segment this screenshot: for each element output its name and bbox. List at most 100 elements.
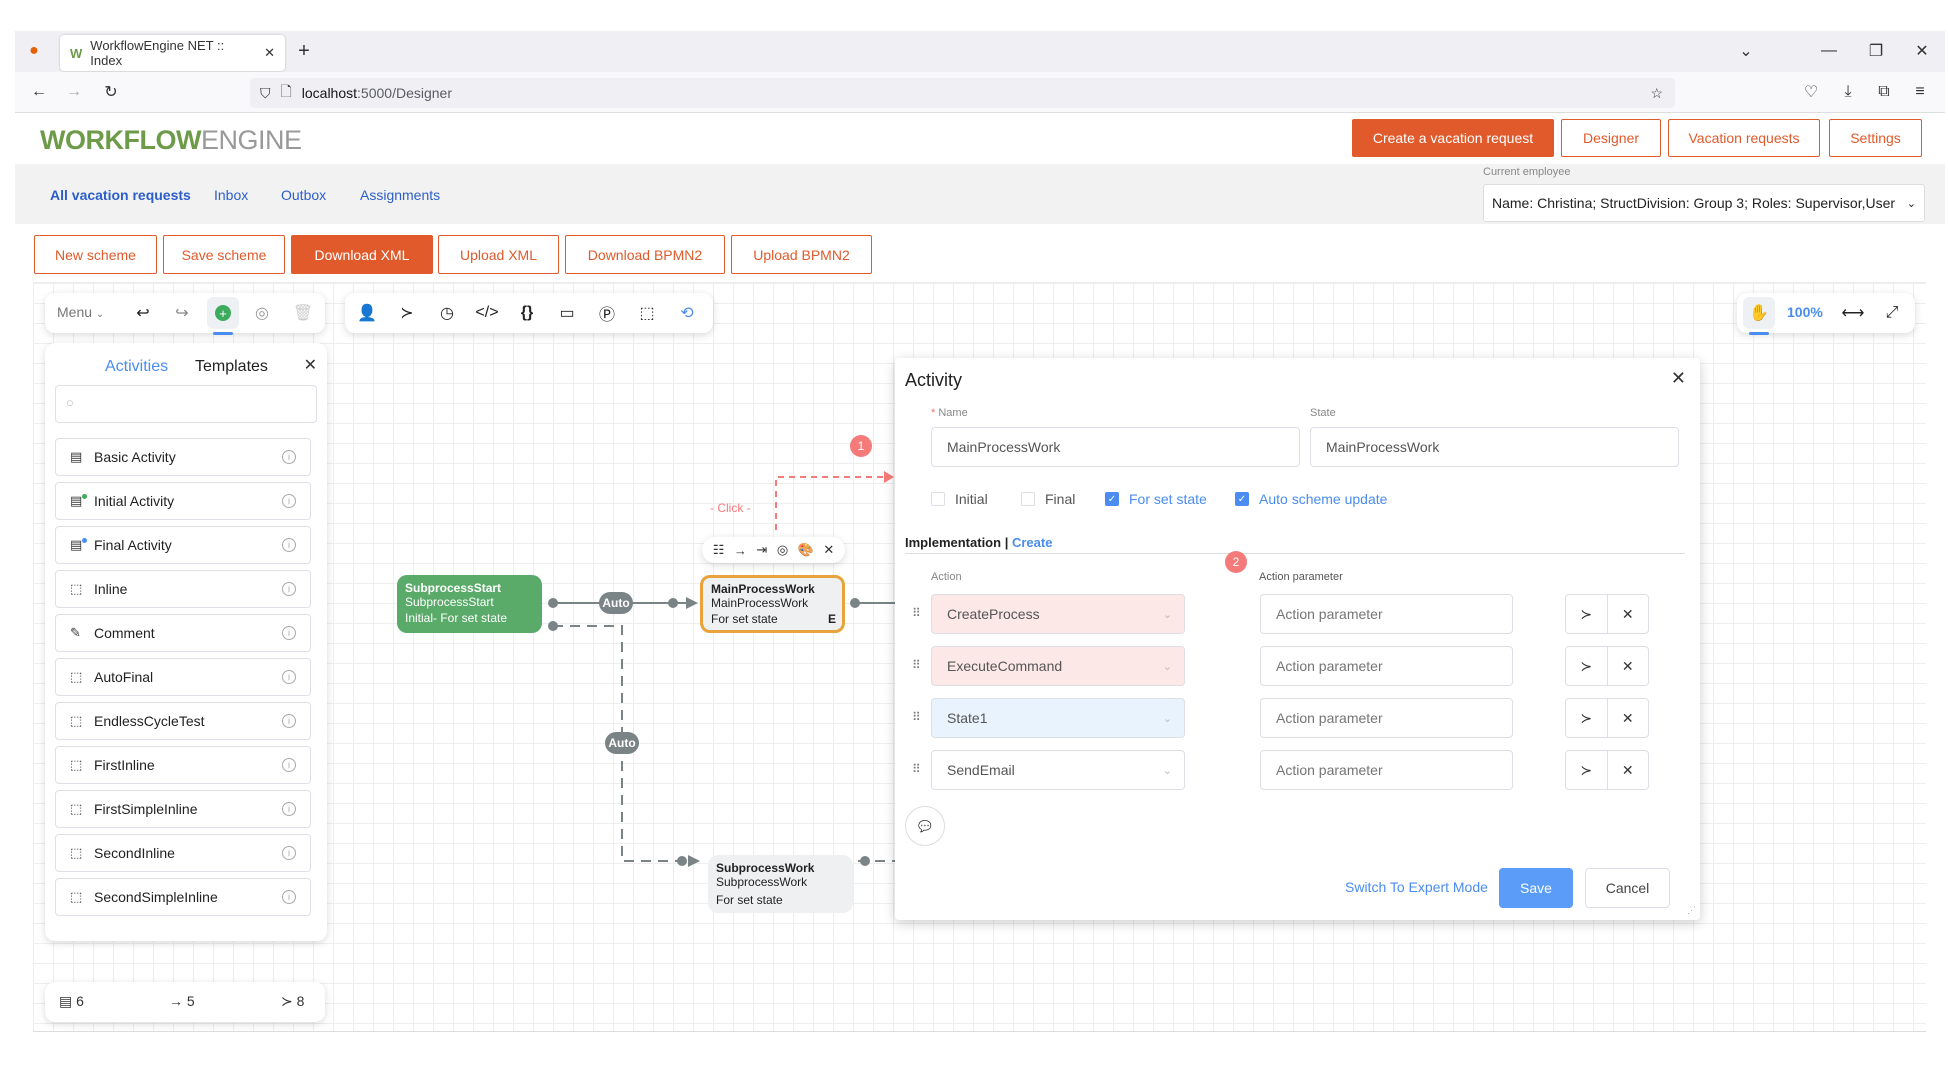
info-icon[interactable]: i	[282, 626, 296, 640]
delete-icon[interactable]: 🗑	[287, 297, 319, 329]
action-parameter-input[interactable]	[1260, 750, 1513, 790]
info-icon[interactable]: i	[282, 670, 296, 684]
action-select[interactable]: ExecuteCommand ⌄	[931, 646, 1185, 686]
action-parameter-input[interactable]	[1260, 594, 1513, 634]
action-parameter-input[interactable]	[1260, 646, 1513, 686]
search-icon: ○	[66, 395, 74, 410]
comment-icon[interactable]: 💬	[905, 806, 945, 846]
action-select[interactable]: SendEmail ⌄	[931, 750, 1185, 790]
drag-handle-icon[interactable]: ⠿	[912, 762, 921, 776]
palette-icon[interactable]: 🎨	[798, 542, 814, 558]
remove-action-icon[interactable]: ✕	[1608, 751, 1649, 789]
info-icon[interactable]: i	[282, 494, 296, 508]
activity-search-input[interactable]: ○	[55, 385, 317, 423]
menu-dropdown[interactable]: Menu ⌄	[57, 304, 104, 320]
activity-item[interactable]: ▤ Basic Activity i	[55, 438, 311, 476]
transition-label[interactable]: Auto	[605, 732, 639, 754]
save-button[interactable]: Save	[1499, 868, 1573, 908]
action-select[interactable]: State1 ⌄	[931, 698, 1185, 738]
for-set-state-checkbox[interactable]: ✓ For set state	[1105, 491, 1207, 507]
tab-activities[interactable]: Activities	[105, 358, 168, 376]
transition-label[interactable]: Auto	[599, 592, 633, 614]
remove-action-icon[interactable]: ✕	[1608, 595, 1649, 633]
activity-item[interactable]: ⬚ FirstSimpleInline i	[55, 790, 311, 828]
switch-expert-mode-link[interactable]: Switch To Expert Mode	[1345, 879, 1488, 895]
pan-hand-icon[interactable]: ✋	[1743, 297, 1775, 335]
action-value: State1	[947, 710, 988, 726]
name-input[interactable]: MainProcessWork	[931, 427, 1300, 467]
code-actions-icon[interactable]: </>	[471, 297, 503, 329]
activity-item[interactable]: ⬚ FirstInline i	[55, 746, 311, 784]
checkbox-label: Initial	[955, 491, 988, 507]
resize-handle-icon[interactable]: ⋰	[1687, 905, 1696, 916]
initial-checkbox[interactable]: Initial	[931, 491, 988, 507]
state-input[interactable]: MainProcessWork	[1310, 427, 1679, 467]
node-subprocess-work[interactable]: SubprocessWork SubprocessWork For set st…	[708, 855, 853, 913]
dialog-close-icon[interactable]: ✕	[1671, 368, 1686, 389]
activity-item[interactable]: ⬚ SecondInline i	[55, 834, 311, 872]
history-icon[interactable]: ⟲	[671, 297, 703, 329]
node-subtitle: MainProcessWork	[711, 596, 809, 610]
auto-scheme-update-checkbox[interactable]: ✓ Auto scheme update	[1235, 491, 1387, 507]
final-checkbox[interactable]: Final	[1021, 491, 1075, 507]
close-icon[interactable]: ✕	[823, 542, 834, 558]
toggle-icon[interactable]: ◎	[777, 542, 788, 558]
activity-item[interactable]: ⬚ Inline i	[55, 570, 311, 608]
info-icon[interactable]: i	[282, 450, 296, 464]
fullscreen-icon[interactable]: ⤢	[1876, 297, 1908, 329]
info-icon[interactable]: i	[282, 582, 296, 596]
edit-code-icon[interactable]: ≻	[1566, 751, 1608, 789]
edit-code-icon[interactable]: ≻	[1566, 595, 1608, 633]
activity-item-label: Initial Activity	[94, 493, 175, 509]
activity-item[interactable]: ⬚ EndlessCycleTest i	[55, 702, 311, 740]
edit-code-icon[interactable]: ≻	[1566, 699, 1608, 737]
undo-icon[interactable]: ↩	[127, 297, 159, 329]
node-subprocess-start[interactable]: SubprocessStart SubprocessStart Initial-…	[397, 575, 542, 633]
activity-item[interactable]: ▤ Final Activity i	[55, 526, 311, 564]
connector-dot	[850, 598, 860, 608]
actors-icon[interactable]: 👤	[351, 297, 383, 329]
zoom-level[interactable]: 100%	[1787, 304, 1823, 320]
selection-icon[interactable]: ⬚	[631, 297, 663, 329]
create-link[interactable]: Create	[1012, 535, 1052, 550]
timers-icon[interactable]: ◷	[431, 297, 463, 329]
settings-sliders-icon[interactable]: ☷	[713, 542, 725, 558]
dialog-title: Activity	[905, 370, 963, 390]
drag-handle-icon[interactable]: ⠿	[912, 710, 921, 724]
edit-code-icon[interactable]: ≻	[1566, 647, 1608, 685]
comments-icon[interactable]: ▭	[551, 297, 583, 329]
activity-item[interactable]: ✎ Comment i	[55, 614, 311, 652]
toggle-icon[interactable]: ◎	[246, 297, 278, 329]
drag-handle-icon[interactable]: ⠿	[912, 658, 921, 672]
activity-item[interactable]: ⬚ AutoFinal i	[55, 658, 311, 696]
activity-type-icon: ⬚	[70, 757, 83, 773]
fit-width-icon[interactable]: ⟷	[1837, 297, 1869, 329]
info-icon[interactable]: i	[282, 538, 296, 552]
redo-icon[interactable]: ↪	[166, 297, 198, 329]
parameters-icon[interactable]: {}	[511, 297, 543, 329]
remove-action-icon[interactable]: ✕	[1608, 699, 1649, 737]
action-parameter-input[interactable]	[1260, 698, 1513, 738]
action-select[interactable]: CreateProcess ⌄	[931, 594, 1185, 634]
remove-action-icon[interactable]: ✕	[1608, 647, 1649, 685]
divider	[905, 553, 1685, 554]
info-icon[interactable]: i	[282, 802, 296, 816]
activity-item[interactable]: ⬚ SecondSimpleInline i	[55, 878, 311, 916]
info-icon[interactable]: i	[282, 714, 296, 728]
node-main-process-work[interactable]: MainProcessWork MainProcessWork For set …	[700, 575, 845, 633]
info-icon[interactable]: i	[282, 846, 296, 860]
close-panel-icon[interactable]: ✕	[304, 355, 317, 375]
process-info-icon[interactable]: Ⓟ	[591, 297, 623, 329]
commands-icon[interactable]: ≻	[391, 297, 423, 329]
tab-templates[interactable]: Templates	[195, 358, 268, 376]
activity-item[interactable]: ▤ Initial Activity i	[55, 482, 311, 520]
cancel-button[interactable]: Cancel	[1585, 868, 1670, 908]
drag-handle-icon[interactable]: ⠿	[912, 606, 921, 620]
info-icon[interactable]: i	[282, 758, 296, 772]
activity-type-icon: ⬚	[70, 669, 83, 685]
add-transition-icon[interactable]: →	[734, 543, 747, 558]
info-icon[interactable]: i	[282, 890, 296, 904]
connect-icon[interactable]: ⇥	[756, 542, 767, 558]
add-activity-icon[interactable]: +	[207, 297, 239, 335]
node-desc: For set state	[711, 612, 778, 626]
